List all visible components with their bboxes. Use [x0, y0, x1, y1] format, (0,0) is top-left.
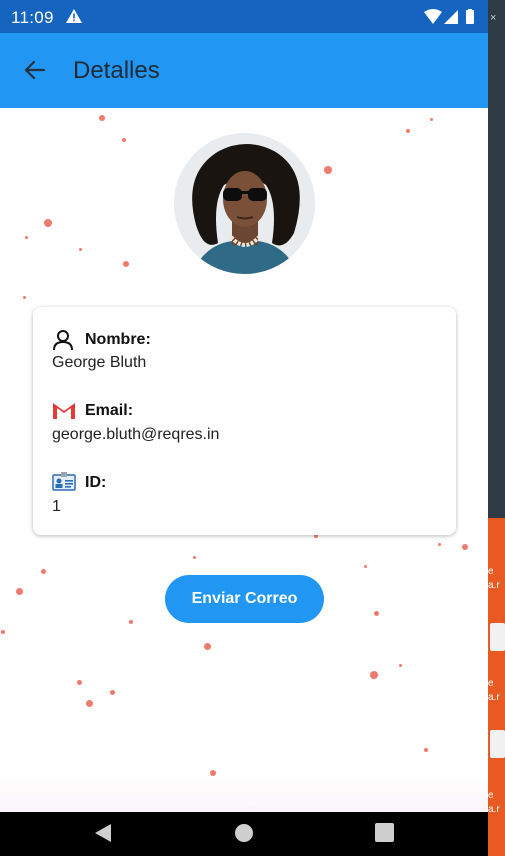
decorative-dot: [15, 587, 23, 595]
bottom-fade: [0, 772, 488, 812]
decorative-dot: [437, 542, 441, 546]
background-tile: [490, 623, 505, 651]
id-label-row: ID:: [52, 472, 106, 494]
status-time: 11:09: [11, 8, 54, 27]
decorative-dot: [192, 555, 196, 559]
decorative-dot: [24, 235, 28, 239]
background-text: e: [488, 790, 494, 801]
id-label: ID:: [85, 474, 107, 491]
background-text: a.r: [488, 580, 500, 591]
background-panel: e a.r e a.r e a.r: [488, 518, 505, 856]
email-label-row: Email:: [52, 400, 133, 422]
background-text: e: [488, 566, 494, 577]
decorative-dot: [324, 166, 332, 174]
decorative-dot: [370, 671, 378, 679]
avatar-photo: [174, 133, 315, 274]
name-label-row: Nombre:: [52, 329, 151, 351]
send-email-button[interactable]: Enviar Correo: [165, 575, 324, 623]
page-title: Detalles: [73, 57, 160, 84]
background-text: a.r: [488, 804, 500, 815]
decorative-dot: [123, 261, 129, 267]
phone-screen: 11:09 Detalles Nombre: George Bluth Emai…: [0, 0, 488, 856]
wifi-icon: [424, 9, 442, 24]
background-tile: [490, 730, 505, 758]
battery-icon: [466, 9, 474, 24]
decorative-dot: [398, 663, 402, 667]
nav-home-icon[interactable]: [234, 822, 254, 849]
avatar: [174, 133, 315, 274]
email-label: Email:: [85, 402, 134, 419]
decorative-dot: [78, 247, 82, 251]
decorative-dot: [1, 630, 5, 634]
status-bar: 11:09: [0, 0, 488, 33]
name-value: George Bluth: [52, 354, 147, 371]
app-bar: Detalles: [0, 33, 488, 108]
decorative-dot: [122, 138, 126, 142]
gmail-icon: [52, 400, 75, 422]
warning-icon: [66, 9, 82, 28]
decorative-dot: [406, 129, 410, 133]
nav-recents-icon[interactable]: [375, 823, 394, 847]
decorative-dot: [210, 770, 216, 776]
person-outline-icon: [52, 329, 74, 351]
decorative-dot: [129, 620, 133, 624]
system-icons: [424, 9, 478, 30]
decorative-dot: [99, 115, 105, 121]
email-value: george.bluth@reqres.in: [52, 426, 220, 443]
decorative-dot: [424, 748, 428, 752]
arrow-back-icon[interactable]: [22, 57, 48, 83]
nav-back-icon[interactable]: [93, 822, 113, 849]
signal-icon: [444, 10, 458, 24]
background-text: e: [488, 678, 494, 689]
decorative-dot: [462, 544, 468, 550]
background-text: a.r: [488, 692, 500, 703]
decorative-dot: [373, 610, 379, 616]
id-card-icon: [52, 472, 76, 494]
decorative-dot: [363, 564, 367, 568]
decorative-dot: [44, 219, 52, 227]
background-window: × e a.r e a.r e a.r: [488, 0, 505, 856]
info-card: Nombre: George Bluth Email: george.bluth…: [33, 307, 456, 535]
name-label: Nombre:: [85, 331, 151, 348]
decorative-dot: [40, 568, 46, 574]
decorative-dot: [22, 295, 26, 299]
decorative-dot: [109, 689, 115, 695]
decorative-dot: [85, 699, 93, 707]
decorative-dot: [76, 679, 82, 685]
decorative-dot: [203, 642, 211, 650]
id-value: 1: [52, 498, 61, 515]
system-nav-bar: [0, 812, 488, 856]
decorative-dot: [429, 117, 433, 121]
close-icon[interactable]: ×: [490, 12, 496, 24]
